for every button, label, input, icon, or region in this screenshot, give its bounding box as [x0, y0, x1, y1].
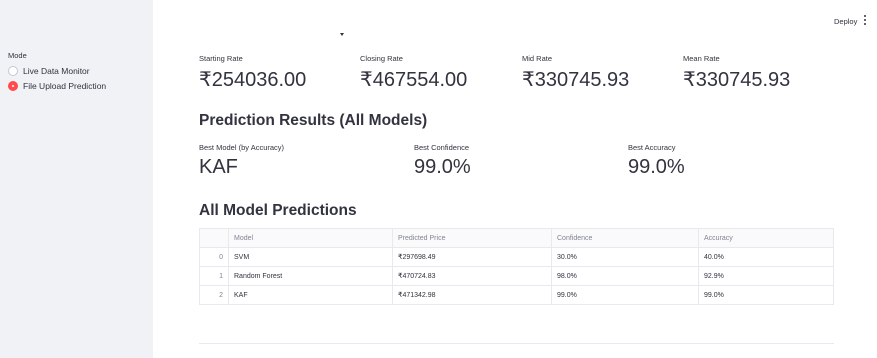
column-header-model[interactable]: Model: [228, 228, 393, 248]
metric-label: Mid Rate: [522, 54, 553, 63]
radio-live-data-monitor[interactable]: Live Data Monitor: [8, 66, 90, 76]
predictions-table[interactable]: Model Predicted Price Confidence Accurac…: [199, 228, 834, 305]
metric-closing-rate: Closing Rate ₹467554.00: [360, 54, 467, 92]
cell-confidence[interactable]: 99.0%: [551, 285, 699, 305]
cell-model[interactable]: SVM: [228, 247, 393, 267]
prediction-results-heading: Prediction Results (All Models): [199, 112, 428, 129]
column-header-predicted-price[interactable]: Predicted Price: [392, 228, 552, 248]
column-header-confidence[interactable]: Confidence: [551, 228, 699, 248]
sidebar: Mode Live Data Monitor File Upload Predi…: [0, 0, 153, 358]
table-row: 1 Random Forest ₹470724.83 98.0% 92.9%: [199, 266, 834, 286]
table-header-row: Model Predicted Price Confidence Accurac…: [199, 228, 834, 248]
cell-model[interactable]: Random Forest: [228, 266, 393, 286]
metric-value: ₹330745.93: [522, 69, 630, 91]
radio-label: Live Data Monitor: [23, 66, 90, 76]
row-index: 1: [199, 266, 229, 286]
metric-best-accuracy: Best Accuracy 99.0%: [628, 143, 685, 179]
column-header-accuracy[interactable]: Accuracy: [698, 228, 834, 248]
cell-confidence[interactable]: 30.0%: [551, 247, 699, 267]
metric-best-confidence: Best Confidence 99.0%: [414, 143, 471, 179]
cell-accuracy[interactable]: 99.0%: [698, 285, 834, 305]
mode-label: Mode: [8, 51, 27, 60]
metric-value: ₹254036.00: [199, 69, 307, 91]
deploy-button[interactable]: Deploy: [834, 17, 857, 26]
table-row: 2 KAF ₹471342.98 99.0% 99.0%: [199, 285, 834, 305]
divider: [199, 343, 834, 344]
cell-predicted-price[interactable]: ₹471342.98: [392, 285, 552, 305]
column-header-index[interactable]: [199, 228, 229, 248]
metric-value: 99.0%: [628, 156, 685, 178]
radio-checked-icon[interactable]: [8, 81, 18, 91]
metric-label: Mean Rate: [683, 54, 720, 63]
cell-confidence[interactable]: 98.0%: [551, 266, 699, 286]
kebab-menu-icon[interactable]: [862, 14, 868, 26]
metric-value: ₹467554.00: [360, 69, 468, 91]
metric-label: Best Accuracy: [628, 143, 676, 152]
cell-accuracy[interactable]: 92.9%: [698, 266, 834, 286]
cell-model[interactable]: KAF: [228, 285, 393, 305]
radio-file-upload-prediction[interactable]: File Upload Prediction: [8, 81, 106, 91]
row-index: 0: [199, 247, 229, 267]
metric-label: Best Model (by Accuracy): [199, 143, 285, 152]
metric-starting-rate: Starting Rate ₹254036.00: [199, 54, 306, 92]
metric-value: ₹330745.93: [683, 69, 791, 91]
row-index: 2: [199, 285, 229, 305]
metric-label: Best Confidence: [414, 143, 470, 152]
cell-predicted-price[interactable]: ₹470724.83: [392, 266, 552, 286]
metric-value: 99.0%: [414, 156, 471, 178]
metric-label: Closing Rate: [360, 54, 403, 63]
radio-unchecked-icon[interactable]: [8, 66, 18, 76]
metric-value: KAF: [199, 156, 238, 178]
metric-mid-rate: Mid Rate ₹330745.93: [522, 54, 629, 92]
metric-label: Starting Rate: [199, 54, 243, 63]
radio-label: File Upload Prediction: [23, 81, 107, 91]
metric-mean-rate: Mean Rate ₹330745.93: [683, 54, 790, 92]
metric-best-model: Best Model (by Accuracy) KAF: [199, 143, 284, 179]
table-row: 0 SVM ₹297698.49 30.0% 40.0%: [199, 247, 834, 267]
caret-down-icon: [340, 33, 344, 36]
cell-predicted-price[interactable]: ₹297698.49: [392, 247, 552, 267]
cell-accuracy[interactable]: 40.0%: [698, 247, 834, 267]
all-model-predictions-heading: All Model Predictions: [199, 202, 357, 219]
